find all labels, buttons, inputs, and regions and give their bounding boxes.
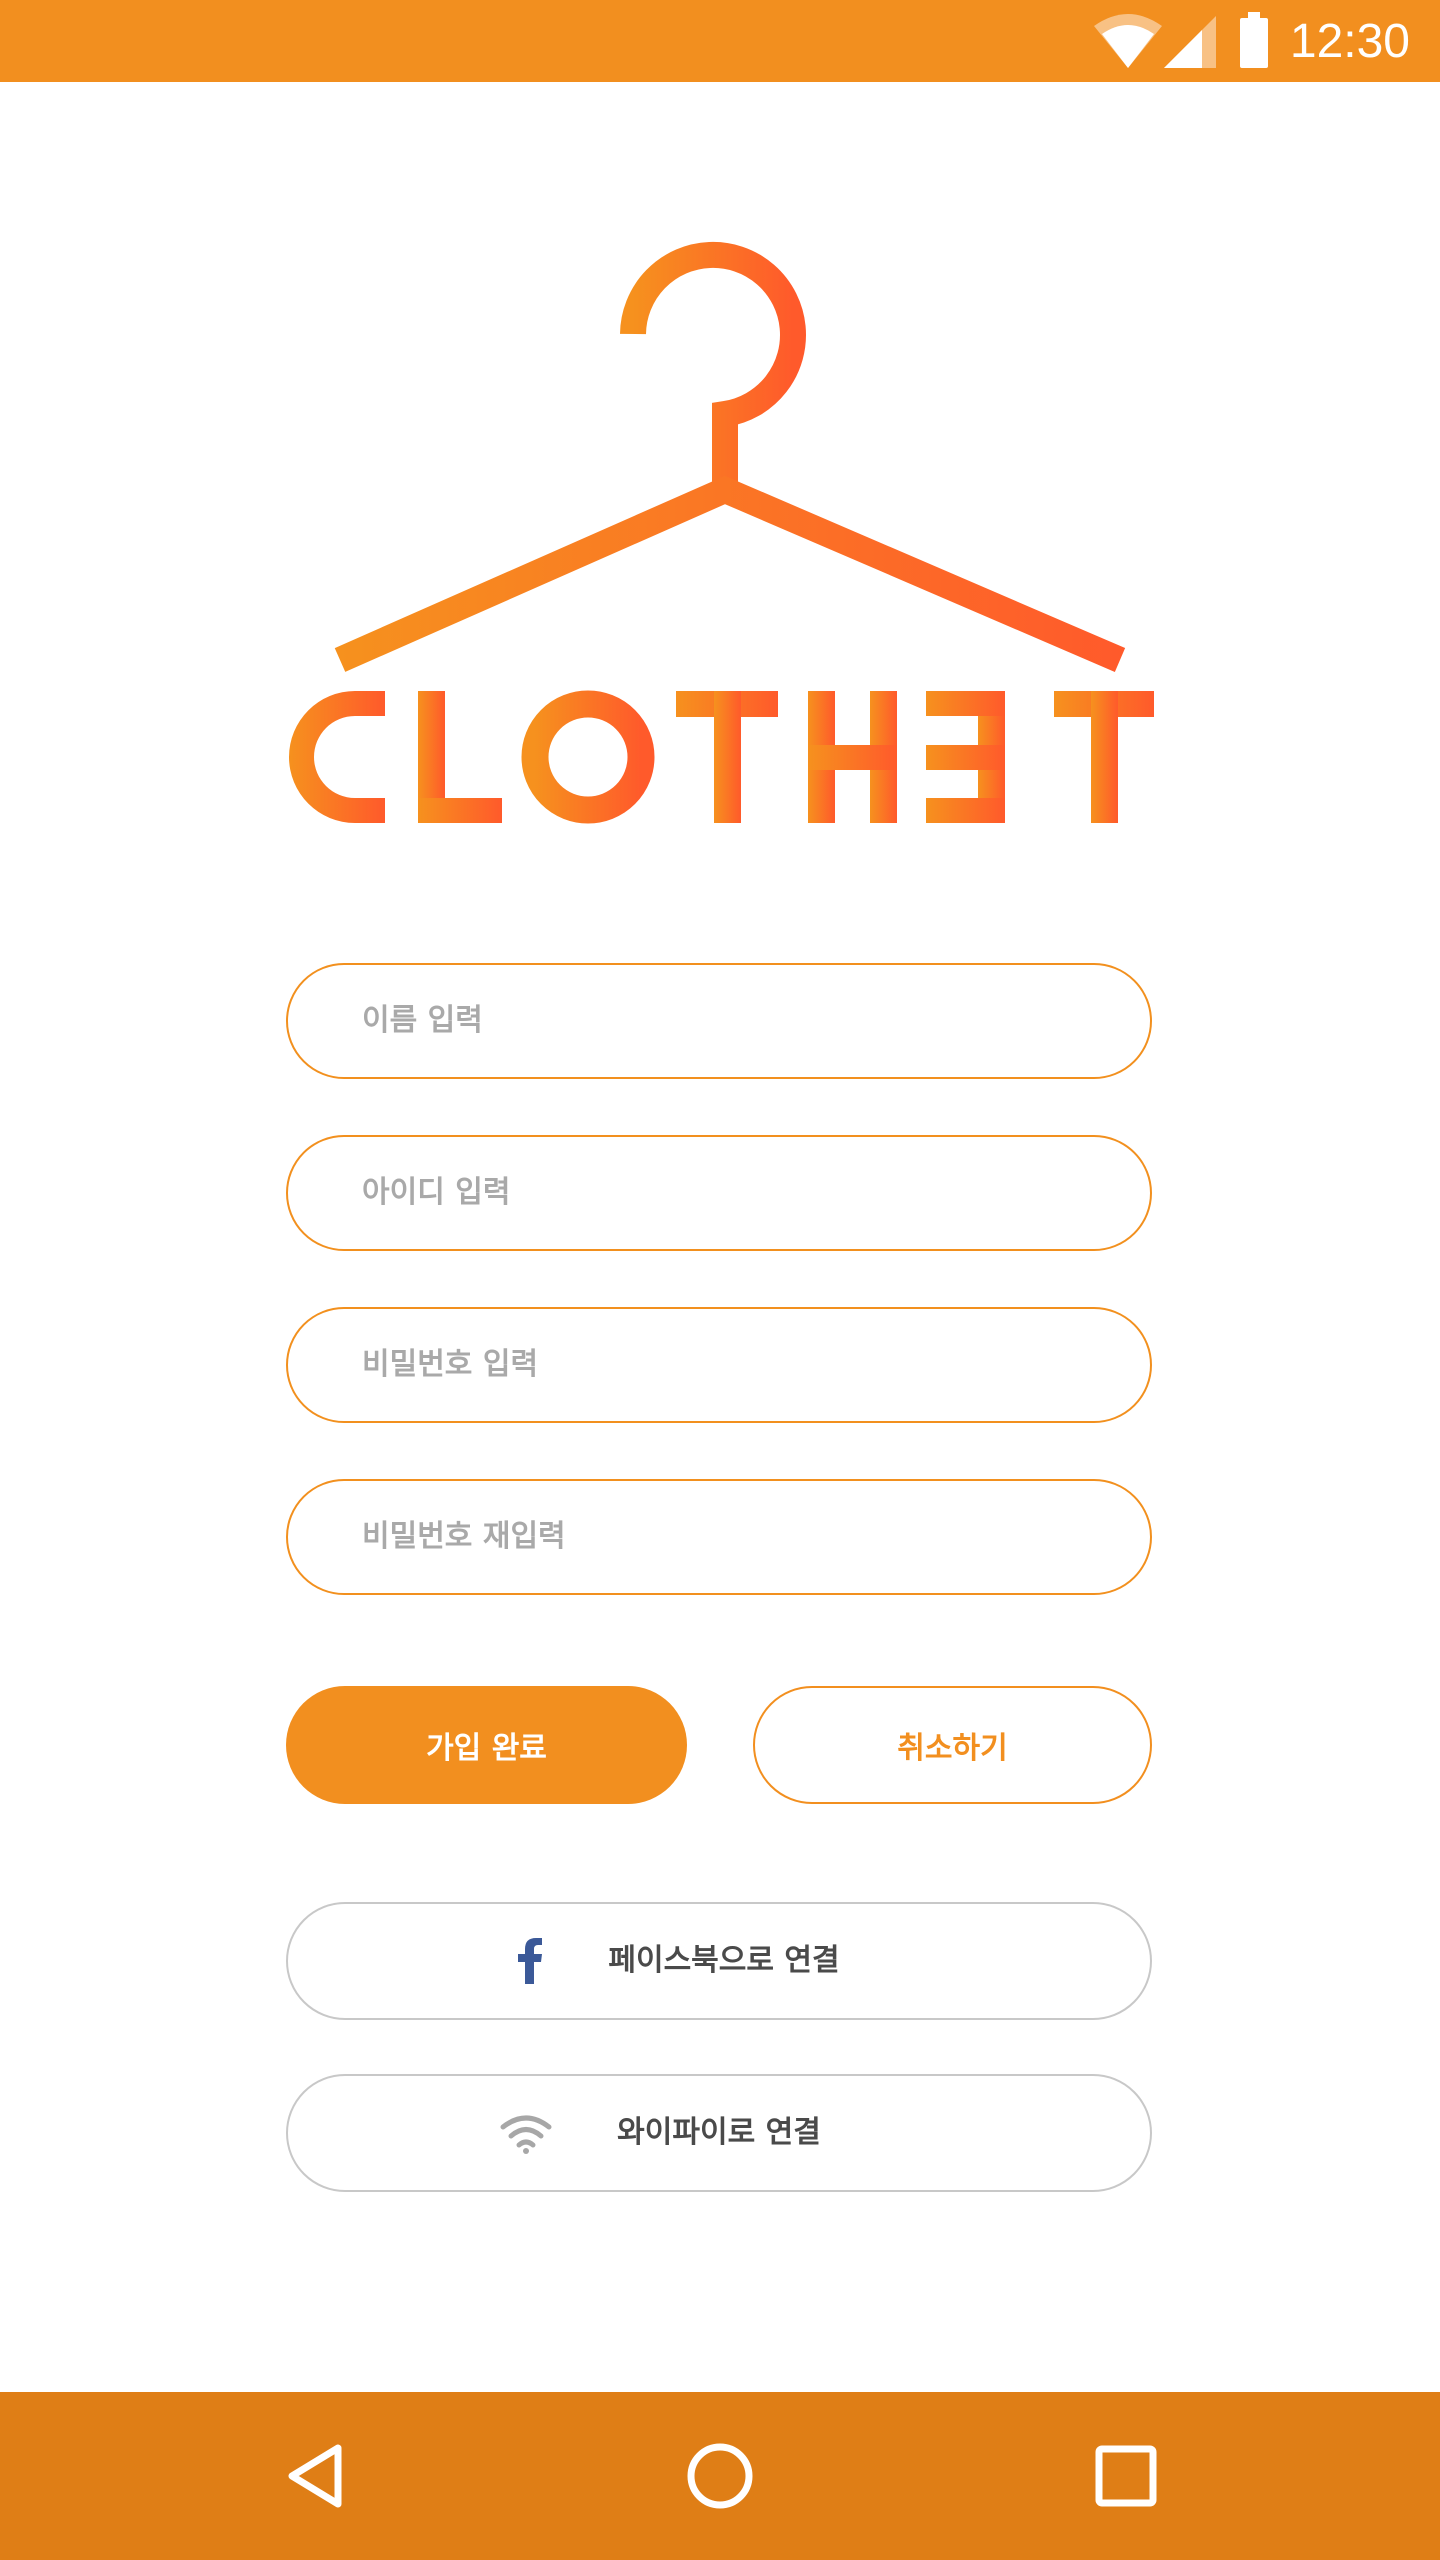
password-field-placeholder: 비밀번호 입력 — [362, 1347, 539, 1382]
clothet-logo — [289, 241, 1154, 824]
signal-icon — [1164, 16, 1216, 68]
signup-complete-button[interactable]: 가입 완료 — [286, 1686, 687, 1804]
facebook-connect-label: 페이스북으로 연결 — [608, 1943, 840, 1978]
back-icon[interactable] — [276, 2436, 356, 2516]
battery-icon — [1240, 12, 1268, 68]
id-field[interactable]: 아이디 입력 — [286, 1135, 1152, 1251]
wifi-connect-button[interactable]: 와이파이로 연결 — [286, 2074, 1152, 2192]
cancel-label: 취소하기 — [897, 1731, 1008, 1766]
signup-complete-label: 가입 완료 — [426, 1731, 547, 1766]
wifi-connect-label: 와이파이로 연결 — [617, 2115, 821, 2150]
status-bar: 12:30 — [0, 0, 1440, 82]
password-field[interactable]: 비밀번호 입력 — [286, 1307, 1152, 1423]
cancel-button[interactable]: 취소하기 — [753, 1686, 1152, 1804]
hanger-icon — [334, 241, 1126, 672]
password-confirm-field-placeholder: 비밀번호 재입력 — [362, 1519, 566, 1554]
home-icon[interactable] — [680, 2436, 760, 2516]
status-time: 12:30 — [1289, 15, 1410, 68]
name-field[interactable]: 이름 입력 — [286, 963, 1152, 1079]
facebook-connect-button[interactable]: 페이스북으로 연결 — [286, 1902, 1152, 2020]
id-field-placeholder: 아이디 입력 — [362, 1175, 511, 1210]
logo-wordmark — [289, 690, 1154, 824]
navigation-bar — [0, 2392, 1440, 2560]
password-confirm-field[interactable]: 비밀번호 재입력 — [286, 1479, 1152, 1595]
name-field-placeholder: 이름 입력 — [362, 1003, 483, 1038]
wifi-icon — [1094, 14, 1162, 68]
recents-icon[interactable] — [1086, 2436, 1166, 2516]
